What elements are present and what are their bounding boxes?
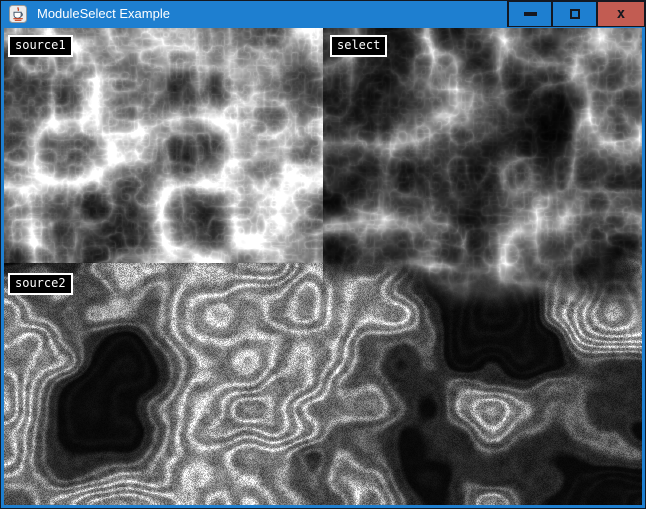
source1-image — [4, 28, 323, 263]
source1-label: source1 — [8, 35, 73, 57]
maximize-button[interactable] — [552, 1, 597, 27]
titlebar[interactable]: ModuleSelect Example x — [1, 1, 645, 28]
minimize-button[interactable] — [507, 1, 552, 27]
window-controls: x — [507, 1, 645, 27]
minimize-icon — [524, 12, 537, 16]
java-coffee-cup-icon[interactable] — [9, 5, 27, 23]
source2-label: source2 — [8, 273, 73, 295]
maximize-icon — [570, 9, 580, 19]
render-area: source1 select source2 — [4, 28, 642, 505]
application-window: ModuleSelect Example x source1 select so… — [0, 0, 646, 509]
close-icon: x — [617, 7, 625, 21]
source2-image — [4, 263, 323, 505]
close-button[interactable]: x — [597, 1, 645, 27]
select-label: select — [330, 35, 387, 57]
window-title: ModuleSelect Example — [37, 1, 170, 28]
